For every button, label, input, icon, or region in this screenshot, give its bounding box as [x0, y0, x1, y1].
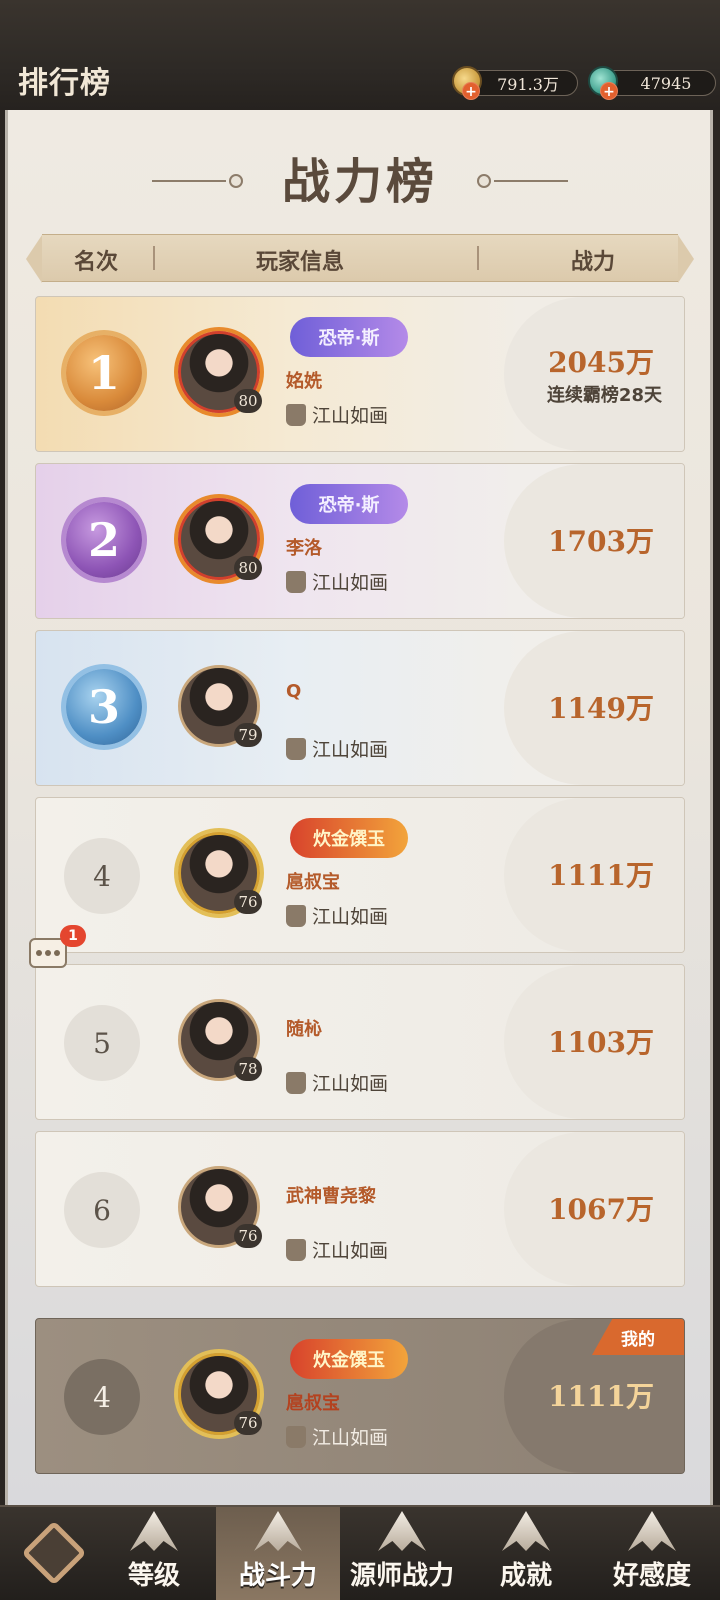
leaderboard-row[interactable]: 4 76 炊金馔玉 扈叔宝 江山如画 1111万	[35, 797, 685, 953]
player-name: 李洛	[286, 538, 322, 559]
guild-name: 江山如画	[312, 405, 389, 427]
tab-level[interactable]: 等级	[92, 1507, 216, 1600]
crossed-swords-icon	[254, 1511, 302, 1551]
guild-info: 江山如画	[286, 568, 388, 595]
guild-name: 江山如画	[312, 739, 389, 761]
my-player-name: 扈叔宝	[286, 1393, 340, 1414]
power-value: 1149万	[548, 692, 654, 725]
power-value: 1703万	[548, 525, 654, 558]
rank-medal-silver: 2	[66, 502, 142, 578]
guild-icon	[286, 403, 306, 426]
tab-label: 好感度	[612, 1561, 691, 1591]
guild-info: 江山如画	[286, 902, 388, 929]
rank-number: 4	[64, 838, 140, 914]
column-header-player-info: 玩家信息	[256, 250, 345, 275]
leaderboard-row[interactable]: 1 80 恐帝·斯 姳姺 江山如画 2045万 连续霸榜28天	[35, 296, 685, 452]
tab-label: 成就	[499, 1561, 552, 1591]
guild-icon	[286, 1238, 306, 1261]
guild-name: 江山如画	[312, 906, 389, 928]
my-power-value: 1111万	[548, 1380, 654, 1413]
tab-label: 战斗力	[238, 1561, 317, 1591]
title-divider-right	[494, 180, 568, 182]
player-name: 扈叔宝	[286, 872, 340, 893]
guild-icon	[286, 570, 306, 593]
rank-medal-gold: 1	[66, 335, 142, 411]
tab-achievement[interactable]: 成就	[464, 1507, 588, 1600]
column-separator	[153, 246, 155, 270]
guild-info: 江山如画	[286, 1236, 388, 1263]
guild-name: 江山如画	[312, 572, 389, 594]
board-title: 战力榜	[281, 154, 438, 210]
guild-name: 江山如画	[312, 1240, 389, 1262]
achievement-icon	[502, 1511, 550, 1551]
avatar-level: 78	[234, 1057, 262, 1081]
title-badge: 恐帝·斯	[290, 484, 408, 524]
streak-note: 连续霸榜28天	[546, 385, 662, 406]
leaderboard-row[interactable]: 6 76 武神曹尧黎 江山如画 1067万	[35, 1131, 685, 1287]
gem-amount: 47945	[640, 73, 692, 93]
add-gem-plus-icon[interactable]: +	[600, 82, 618, 100]
tab-master-power[interactable]: 源师战力	[340, 1507, 464, 1600]
guild-info: 江山如画	[286, 1069, 388, 1096]
guild-icon	[286, 1425, 306, 1448]
column-separator	[477, 246, 479, 270]
power-value: 1103万	[548, 1026, 654, 1059]
player-name: Q	[286, 681, 302, 702]
affection-icon	[628, 1511, 676, 1551]
guild-info: 江山如画	[286, 735, 388, 762]
home-diamond-icon	[21, 1520, 87, 1586]
chat-unread-badge: 1	[60, 925, 86, 947]
guild-name: 江山如画	[312, 1427, 389, 1449]
guild-name: 江山如画	[312, 1073, 389, 1095]
tab-label: 源师战力	[349, 1561, 454, 1591]
rank-number: 6	[64, 1172, 140, 1248]
power-value: 1067万	[548, 1193, 654, 1226]
rank-number: 5	[64, 1005, 140, 1081]
leaderboard-row[interactable]: 5 78 随杺 江山如画 1103万	[35, 964, 685, 1120]
avatar-level: 79	[234, 723, 262, 747]
column-header-power: 战力	[571, 250, 616, 275]
guild-icon	[286, 737, 306, 760]
coin-amount: 791.3万	[497, 75, 559, 94]
avatar-level: 76	[234, 890, 262, 914]
page-title: 排行榜	[18, 66, 111, 101]
guild-info: 江山如画	[286, 1423, 388, 1450]
player-name: 随杺	[286, 1019, 322, 1040]
avatar-level: 80	[234, 389, 262, 413]
tab-combat-power[interactable]: 战斗力	[216, 1507, 340, 1600]
power-value: 1111万	[548, 859, 654, 892]
avatar-level: 80	[234, 556, 262, 580]
player-name: 武神曹尧黎	[286, 1186, 376, 1207]
guild-info: 江山如画	[286, 401, 388, 428]
avatar-level: 76	[234, 1411, 262, 1435]
leaderboard-row[interactable]: 3 79 Q 江山如画 1149万	[35, 630, 685, 786]
my-rank-row[interactable]: 我的 4 76 炊金馔玉 扈叔宝 江山如画 1111万	[35, 1318, 685, 1474]
guild-icon	[286, 904, 306, 927]
title-badge: 恐帝·斯	[290, 317, 408, 357]
guild-icon	[286, 1071, 306, 1094]
title-badge: 炊金馔玉	[290, 1339, 408, 1379]
title-ornament-right	[477, 174, 491, 188]
avatar-level: 76	[234, 1224, 262, 1248]
player-name: 姳姺	[286, 371, 322, 392]
rank-medal-bronze: 3	[66, 669, 142, 745]
power-value: 2045万	[548, 346, 654, 379]
leaderboard-row[interactable]: 2 80 恐帝·斯 李洛 江山如画 1703万	[35, 463, 685, 619]
level-icon	[130, 1511, 178, 1551]
home-button[interactable]	[8, 1512, 100, 1594]
title-badge: 炊金馔玉	[290, 818, 408, 858]
my-rank-number: 4	[64, 1359, 140, 1435]
column-header-rank: 名次	[74, 250, 119, 275]
tab-affection[interactable]: 好感度	[590, 1507, 714, 1600]
add-coin-plus-icon[interactable]: +	[462, 82, 480, 100]
tab-label: 等级	[127, 1561, 180, 1591]
sword-emblem-icon	[378, 1511, 426, 1551]
